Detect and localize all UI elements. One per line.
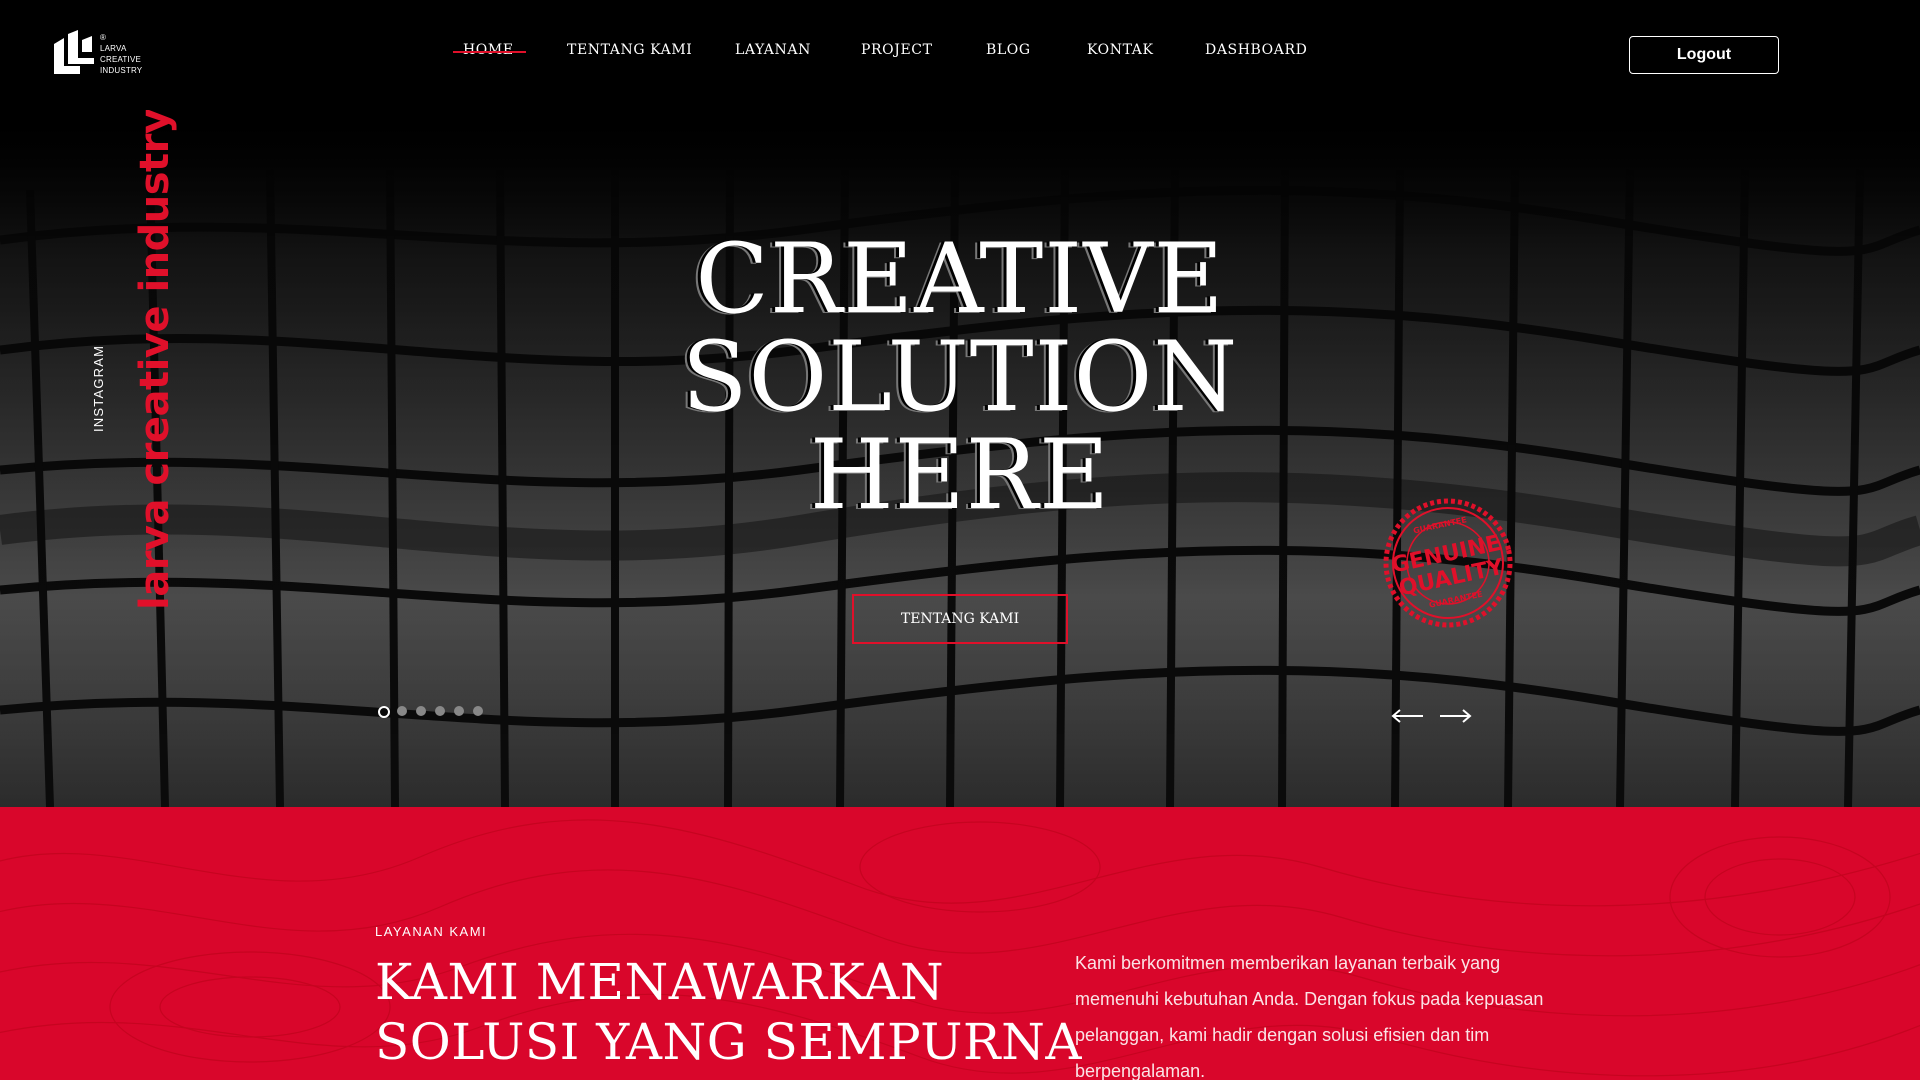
logo-text: ® LARVA CREATIVE INDUSTRY — [100, 32, 142, 76]
services-heading: KAMI MENAWARKAN SOLUSI YANG SEMPURNA — [375, 952, 1082, 1072]
hero-title-line-1: CREATIVE — [695, 223, 1225, 335]
slider-dot-2[interactable] — [397, 706, 407, 716]
nav-project[interactable]: PROJECT — [861, 42, 933, 58]
instagram-link[interactable]: INSTAGRAM — [91, 345, 106, 432]
services-eyebrow: LAYANAN KAMI — [375, 924, 488, 939]
nav-layanan[interactable]: LAYANAN — [735, 42, 811, 58]
nav-tentang-kami[interactable]: TENTANG KAMI — [567, 42, 692, 58]
slider-dot-4[interactable] — [435, 706, 445, 716]
services-heading-line-2: SOLUSI YANG SEMPURNA — [375, 1013, 1082, 1071]
slider-dot-3[interactable] — [416, 706, 426, 716]
logo[interactable]: ® LARVA CREATIVE INDUSTRY — [50, 28, 150, 82]
hero-title-line-3: HERE — [809, 419, 1111, 531]
genuine-quality-badge-icon: GUARANTEE GENUINE QUALITY GUARANTEE — [1383, 498, 1513, 628]
badge-top-text: GUARANTEE — [1412, 515, 1467, 535]
logo-line-3: INDUSTRY — [100, 66, 143, 75]
services-section: LAYANAN KAMI KAMI MENAWARKAN SOLUSI YANG… — [0, 807, 1920, 1080]
slider-dot-6[interactable] — [473, 706, 483, 716]
slider-dot-5[interactable] — [454, 706, 464, 716]
hero-title-line-2: SOLUTION — [681, 321, 1239, 433]
logo-registered: ® — [100, 33, 107, 42]
nav-kontak[interactable]: KONTAK — [1087, 42, 1154, 58]
nav-blog[interactable]: BLOG — [986, 42, 1031, 58]
services-description: Kami berkomitmen memberikan layanan terb… — [1075, 953, 1544, 1080]
hero-title: CREATIVE SOLUTION HERE — [660, 230, 1260, 524]
side-brand-text: larva creative industry® — [132, 110, 178, 610]
services-heading-line-1: KAMI MENAWARKAN — [375, 953, 945, 1011]
logo-line-1: LARVA — [100, 44, 127, 53]
hero-slider: larva creative industry® INSTAGRAM CREAT… — [0, 110, 1920, 807]
logo-mark-icon — [54, 30, 94, 74]
logo-line-2: CREATIVE — [100, 55, 142, 64]
tentang-kami-button[interactable]: TENTANG KAMI — [852, 594, 1068, 644]
slider-dot-1[interactable] — [378, 706, 390, 718]
arrow-left-icon[interactable] — [1391, 708, 1425, 724]
arrow-right-icon[interactable] — [1438, 708, 1472, 724]
logout-button[interactable]: Logout — [1629, 36, 1779, 74]
nav-home[interactable]: HOME — [453, 42, 526, 58]
site-header: ® LARVA CREATIVE INDUSTRY HOME TENTANG K… — [0, 0, 1920, 110]
nav-dashboard[interactable]: DASHBOARD — [1205, 42, 1307, 58]
